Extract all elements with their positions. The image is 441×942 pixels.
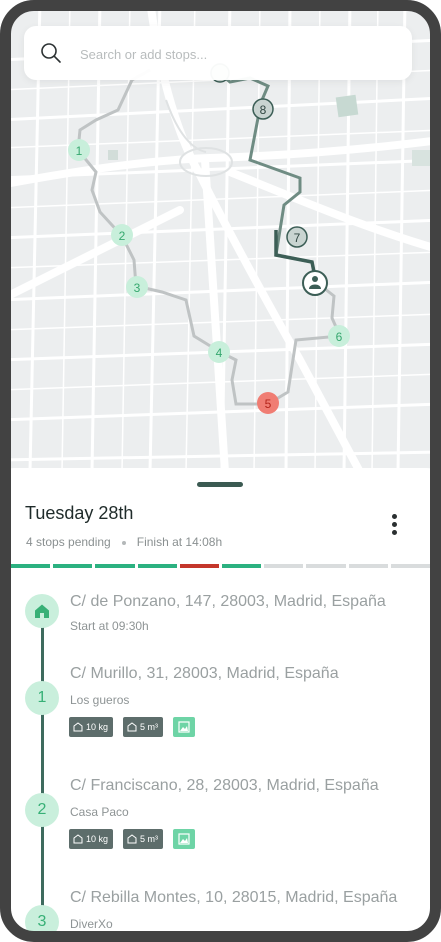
map-marker-1[interactable]: 1 <box>68 139 90 161</box>
photo-icon[interactable] <box>173 717 196 737</box>
volume-value: 5 m³ <box>140 834 159 844</box>
route-day-title: Tuesday 28th <box>25 503 134 523</box>
svg-text:6: 6 <box>336 330 343 344</box>
weight-chip: 10 kg <box>69 717 114 737</box>
route-progress-bar <box>11 564 431 568</box>
svg-text:3: 3 <box>134 281 141 295</box>
more-dot-icon <box>391 522 397 527</box>
weight-value: 10 kg <box>86 722 109 732</box>
stop-number-badge: 1 <box>25 681 59 715</box>
progress-segment <box>53 564 93 568</box>
weight-chip: 10 kg <box>69 829 114 849</box>
progress-segment <box>390 564 431 568</box>
svg-text:4: 4 <box>216 346 223 360</box>
svg-text:8: 8 <box>260 103 267 117</box>
stop-address: C/ Murillo, 31, 28003, Madrid, España <box>70 665 339 682</box>
driver-icon[interactable] <box>302 270 328 296</box>
more-dot-icon <box>391 530 397 535</box>
map-marker-7[interactable]: 7 <box>286 226 308 248</box>
weight-icon <box>73 722 83 732</box>
route-sheet: Tuesday 28th 4 stops pending Finish at 14… <box>0 468 441 942</box>
weight-value: 10 kg <box>86 834 109 844</box>
photo-icon[interactable] <box>173 829 196 849</box>
stop-address: C/ de Ponzano, 147, 28003, Madrid, Españ… <box>70 593 386 610</box>
progress-segment <box>264 564 304 568</box>
home-icon <box>25 594 59 628</box>
svg-text:5: 5 <box>265 397 272 411</box>
progress-segment <box>137 564 177 568</box>
stop-chips: 10 kg 5 m³ <box>69 829 196 849</box>
volume-icon <box>127 834 137 844</box>
progress-segment <box>95 564 135 568</box>
svg-text:1: 1 <box>76 144 83 158</box>
svg-text:2: 2 <box>119 229 126 243</box>
stop-client-name: DiverXo <box>70 917 113 931</box>
stop-client-name: Casa Paco <box>70 805 129 819</box>
volume-chip: 5 m³ <box>123 717 164 737</box>
stop-start-time: Start at 09:30h <box>70 619 149 633</box>
weight-icon <box>73 834 83 844</box>
finish-time-text: Finish at 14:08h <box>136 535 223 549</box>
stop-number-badge: 2 <box>25 793 59 827</box>
map-marker-3[interactable]: 3 <box>126 276 148 298</box>
search-bar[interactable] <box>24 26 412 82</box>
sheet-drag-handle[interactable] <box>197 482 243 487</box>
timeline-line <box>41 618 44 942</box>
progress-segment <box>306 564 346 568</box>
search-icon <box>41 43 61 63</box>
more-options-button[interactable] <box>384 514 404 540</box>
map-marker-8[interactable]: 8 <box>252 98 274 120</box>
stop-number-badge: 3 <box>25 905 59 939</box>
stop-address: C/ Rebilla Montes, 10, 28015, Madrid, Es… <box>70 889 398 906</box>
separator-dot <box>121 540 126 545</box>
volume-icon <box>127 722 137 732</box>
volume-value: 5 m³ <box>140 722 159 732</box>
progress-segment <box>11 564 51 568</box>
map-marker-2[interactable]: 2 <box>111 224 133 246</box>
route-summary: 4 stops pending Finish at 14:08h <box>26 535 222 549</box>
pending-stops-text: 4 stops pending <box>26 535 111 549</box>
svg-text:7: 7 <box>294 231 301 245</box>
progress-segment <box>179 564 220 568</box>
progress-segment <box>222 564 262 568</box>
volume-chip: 5 m³ <box>123 829 164 849</box>
stop-chips: 10 kg 5 m³ <box>69 717 196 737</box>
more-dot-icon <box>391 514 397 519</box>
progress-segment <box>348 564 388 568</box>
search-input[interactable] <box>78 26 402 82</box>
phone-screen: 8 7 1 2 3 4 5 6 Search or add stops... T… <box>0 0 441 942</box>
map-marker-5[interactable]: 5 <box>257 392 279 414</box>
stop-address: C/ Franciscano, 28, 28003, Madrid, Españ… <box>70 777 379 794</box>
map-marker-6[interactable]: 6 <box>328 325 350 347</box>
stop-client-name: Los gueros <box>70 693 130 707</box>
map-marker-4[interactable]: 4 <box>208 341 230 363</box>
